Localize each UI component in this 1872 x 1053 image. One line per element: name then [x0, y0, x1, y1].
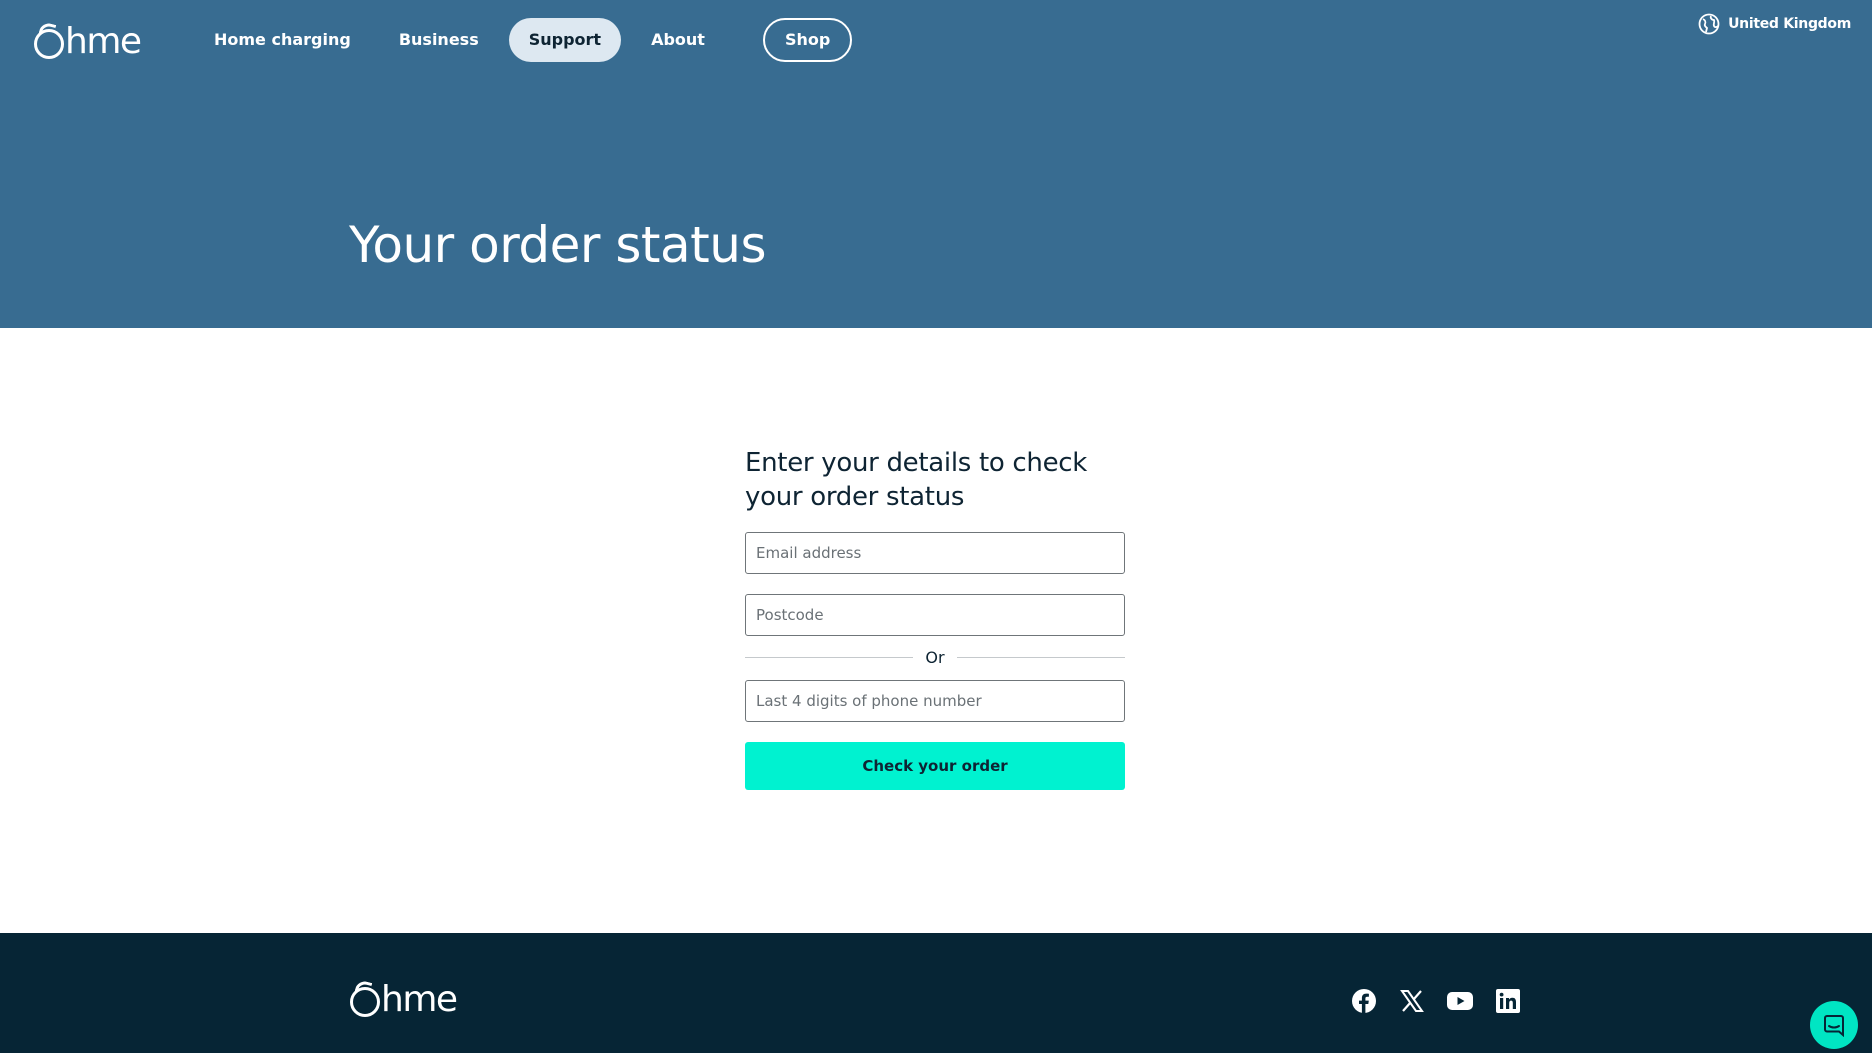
shop-button[interactable]: Shop [762, 18, 853, 62]
hero-header: hme Home charging Business Support About… [0, 0, 1872, 328]
x-icon[interactable] [1399, 988, 1425, 1014]
order-status-form: Enter your details to check your order s… [745, 446, 1126, 790]
email-field[interactable] [745, 532, 1125, 574]
phone-digits-field[interactable] [745, 680, 1125, 722]
divider-line-left [745, 656, 914, 658]
logo-o-mark [34, 29, 64, 59]
chat-launcher[interactable] [1810, 1001, 1858, 1049]
page-title: Your order status [349, 216, 767, 274]
nav-about[interactable]: About [633, 18, 723, 62]
chat-icon [1824, 1015, 1844, 1037]
nav-support[interactable]: Support [508, 18, 622, 62]
social-links [1351, 988, 1543, 1014]
main-nav: Home charging Business Support About Sho… [196, 18, 853, 62]
nav-business[interactable]: Business [381, 18, 497, 62]
site-footer [0, 933, 1872, 1053]
form-heading: Enter your details to check your order s… [745, 448, 1088, 512]
divider-label: Or [925, 647, 945, 667]
check-order-button[interactable]: Check your order [745, 742, 1125, 790]
region-label: United Kingdom [1728, 16, 1851, 32]
ohme-logo[interactable]: hme [34, 20, 142, 64]
youtube-icon[interactable] [1447, 988, 1473, 1014]
nav-home-charging[interactable]: Home charging [196, 18, 369, 62]
divider-line-right [956, 656, 1126, 658]
footer-logo-o-mark [350, 987, 380, 1017]
postcode-field[interactable] [745, 594, 1125, 636]
footer-ohme-logo[interactable]: hme [350, 978, 458, 1022]
linkedin-icon[interactable] [1495, 988, 1521, 1014]
or-divider: Or [745, 646, 1126, 668]
region-selector[interactable]: United Kingdom [1698, 13, 1851, 35]
globe-icon [1698, 13, 1720, 35]
facebook-icon[interactable] [1351, 988, 1377, 1014]
